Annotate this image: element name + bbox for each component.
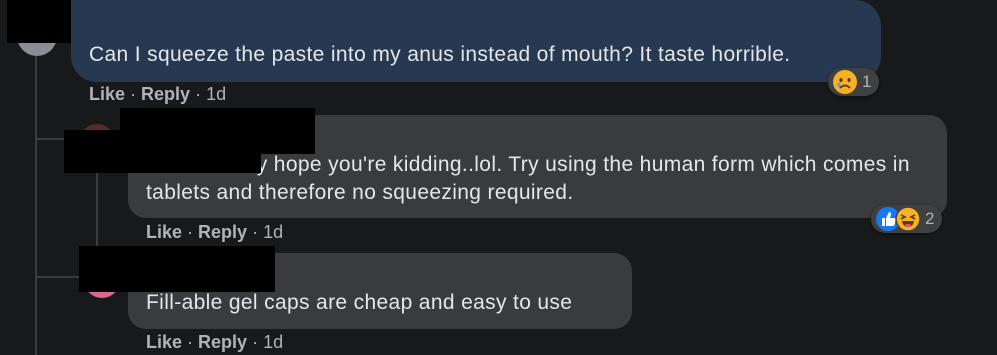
redacted-name (79, 246, 275, 292)
comment-text: Fill-able gel caps are cheap and easy to… (146, 291, 573, 314)
reply-button[interactable]: Reply (198, 222, 247, 243)
separator: · (252, 222, 259, 242)
separator: · (252, 332, 259, 352)
haha-emoji-icon (895, 206, 921, 232)
thread-branch-reply-2 (35, 276, 85, 278)
comment-actions: Like · Reply · 1d (89, 84, 226, 105)
separator: · (187, 222, 194, 242)
timestamp[interactable]: 1d (263, 222, 283, 243)
separator: · (187, 332, 194, 352)
reaction-summary[interactable]: 1 (828, 68, 880, 96)
timestamp[interactable]: 1d (206, 84, 226, 105)
reply-button[interactable]: Reply (198, 332, 247, 353)
comment-actions: Like · Reply · 1d (146, 222, 283, 243)
comment-text: Can I squeeze the paste into my anus ins… (89, 43, 791, 66)
comment-actions: Like · Reply · 1d (146, 332, 283, 353)
reply-button[interactable]: Reply (141, 84, 190, 105)
thread-branch-reply-1 (35, 138, 65, 140)
comment-bubble: Can I squeeze the paste into my anus ins… (71, 0, 881, 82)
reaction-count: 2 (925, 209, 935, 228)
like-button[interactable]: Like (89, 84, 125, 105)
thread-line-reply-1 (96, 160, 98, 250)
redacted-mention (64, 130, 261, 173)
reaction-summary[interactable]: 2 (871, 205, 943, 233)
comment-text-line: d I seriously hope you're kidding..lol. … (146, 151, 936, 207)
reaction-count: 1 (862, 72, 872, 91)
thread-line-main (35, 50, 37, 355)
like-button[interactable]: Like (146, 332, 182, 353)
sad-emoji-icon (833, 70, 857, 94)
like-button[interactable]: Like (146, 222, 182, 243)
separator: · (195, 84, 202, 104)
timestamp[interactable]: 1d (263, 332, 283, 353)
separator: · (130, 84, 137, 104)
